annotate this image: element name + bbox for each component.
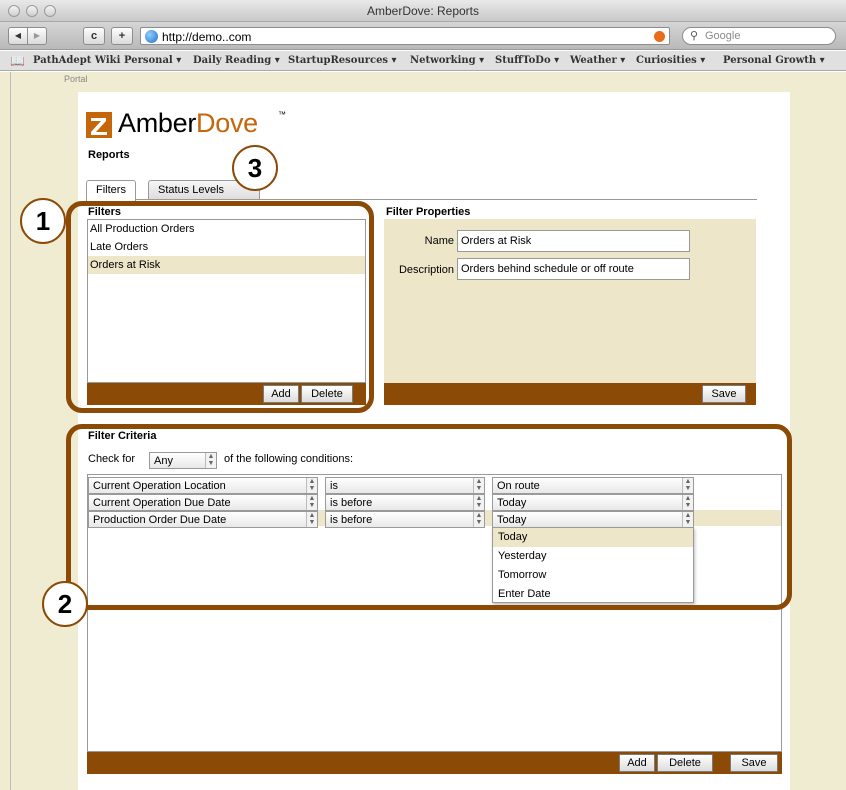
list-item[interactable]: Orders at Risk bbox=[88, 256, 365, 274]
address-bar[interactable]: http://demo..com bbox=[140, 27, 670, 45]
conditions-suffix-row: of the following conditions: bbox=[224, 453, 353, 465]
window-titlebar: AmberDove: Reports bbox=[0, 0, 846, 22]
select-arrows-icon: ▲ ▼ bbox=[473, 495, 484, 510]
filter-properties-panel: Name Orders at Risk Description Orders b… bbox=[384, 219, 756, 383]
bookmark-item[interactable]: StartupResources ▾ bbox=[288, 55, 397, 66]
select-arrows-icon: ▲ ▼ bbox=[205, 453, 216, 468]
back-button[interactable]: ◀ bbox=[8, 27, 28, 45]
bookmark-item[interactable]: Personal ▾ bbox=[124, 55, 181, 66]
criteria-field-value: Current Operation Location bbox=[93, 480, 226, 492]
criteria-operator-select[interactable]: is before ▲ ▼ bbox=[325, 494, 485, 511]
name-label: Name bbox=[424, 235, 454, 247]
filter-properties-heading: Filter Properties bbox=[386, 206, 471, 218]
select-arrows-icon: ▲ ▼ bbox=[473, 478, 484, 493]
page-left-divider bbox=[10, 72, 11, 790]
bookmark-item[interactable]: Weather ▾ bbox=[570, 55, 625, 66]
browser-toolbar: ◀ ▶ c + http://demo..com ⚲ Google bbox=[0, 22, 846, 50]
check-for-row: Check for bbox=[88, 453, 135, 465]
criteria-field-value: Production Order Due Date bbox=[93, 514, 227, 526]
match-select-value: Any bbox=[154, 455, 173, 467]
delete-criteria-button[interactable]: Delete bbox=[657, 754, 713, 772]
tab-divider bbox=[86, 199, 757, 200]
search-icon: ⚲ bbox=[690, 30, 699, 42]
description-label: Description bbox=[398, 264, 454, 276]
window-title: AmberDove: Reports bbox=[366, 4, 480, 18]
criteria-operator-value: is before bbox=[330, 514, 373, 526]
save-properties-button[interactable]: Save bbox=[702, 385, 746, 403]
bookmark-item[interactable]: StuffToDo ▾ bbox=[495, 55, 559, 66]
bookmark-item[interactable]: Daily Reading ▾ bbox=[193, 55, 280, 66]
add-bookmark-button[interactable]: + bbox=[111, 27, 133, 45]
list-item[interactable]: Late Orders bbox=[88, 238, 365, 256]
select-arrows-icon: ▲ ▼ bbox=[306, 478, 317, 493]
criteria-value-value: Today bbox=[497, 497, 527, 509]
dropdown-option[interactable]: Enter Date bbox=[493, 585, 693, 604]
criteria-operator-value: is before bbox=[330, 497, 373, 509]
logo-dove: Dove bbox=[196, 108, 258, 138]
list-item[interactable]: All Production Orders bbox=[88, 220, 365, 238]
criteria-value-select[interactable]: Today ▲ ▼ bbox=[492, 511, 694, 528]
criteria-value-value: On route bbox=[497, 480, 540, 492]
delete-filter-button[interactable]: Delete bbox=[301, 385, 353, 403]
portal-breadcrumb[interactable]: Portal bbox=[64, 74, 88, 84]
reload-button[interactable]: c bbox=[83, 27, 105, 45]
amberdove-logo-icon bbox=[86, 112, 112, 138]
select-arrows-icon: ▲ ▼ bbox=[682, 478, 693, 493]
dropdown-option[interactable]: Today bbox=[493, 528, 693, 547]
criteria-operator-select[interactable]: is ▲ ▼ bbox=[325, 477, 485, 494]
bookmarks-book-icon[interactable]: 📖 bbox=[10, 54, 25, 68]
criteria-field-select[interactable]: Current Operation Due Date ▲ ▼ bbox=[88, 494, 318, 511]
url-text: http://demo..com bbox=[162, 30, 252, 44]
bookmark-item[interactable]: Networking ▾ bbox=[410, 55, 484, 66]
criteria-value-select[interactable]: Today ▲ ▼ bbox=[492, 494, 694, 511]
logo-wordmark: AmberDove bbox=[118, 108, 258, 139]
search-input[interactable]: ⚲ Google bbox=[682, 27, 836, 45]
criteria-value-value: Today bbox=[497, 514, 527, 526]
add-criteria-button[interactable]: Add bbox=[619, 754, 655, 772]
select-arrows-icon: ▲ ▼ bbox=[682, 495, 693, 510]
filters-list: All Production Orders Late Orders Orders… bbox=[87, 219, 366, 383]
filters-button-bar: Add Delete bbox=[87, 383, 366, 405]
bookmark-item[interactable]: Curiosities ▾ bbox=[636, 55, 705, 66]
filters-heading: Filters bbox=[88, 206, 122, 218]
tab-filters[interactable]: Filters bbox=[86, 180, 136, 201]
select-arrows-icon: ▲ ▼ bbox=[473, 512, 484, 527]
properties-button-bar: Save bbox=[384, 383, 756, 405]
callout-2-badge: 2 bbox=[42, 581, 88, 627]
criteria-button-bar: Add Delete Save bbox=[87, 752, 782, 774]
select-arrows-icon: ▲ ▼ bbox=[306, 495, 317, 510]
conditions-suffix-label: of the following conditions: bbox=[224, 453, 354, 465]
date-dropdown-menu: Today Yesterday Tomorrow Enter Date bbox=[492, 527, 694, 603]
rss-icon[interactable] bbox=[654, 31, 665, 42]
criteria-field-select[interactable]: Production Order Due Date ▲ ▼ bbox=[88, 511, 318, 528]
select-arrows-icon: ▲ ▼ bbox=[682, 512, 693, 527]
filter-criteria-heading: Filter Criteria bbox=[88, 430, 157, 442]
dropdown-option[interactable]: Tomorrow bbox=[493, 566, 693, 585]
callout-1-badge: 1 bbox=[20, 198, 66, 244]
criteria-field-select[interactable]: Current Operation Location ▲ ▼ bbox=[88, 477, 318, 494]
add-filter-button[interactable]: Add bbox=[263, 385, 299, 403]
criteria-operator-select[interactable]: is before ▲ ▼ bbox=[325, 511, 485, 528]
name-field[interactable]: Orders at Risk bbox=[457, 230, 690, 252]
logo-trademark: ™ bbox=[278, 110, 286, 119]
check-for-label: Check for bbox=[88, 453, 136, 465]
dropdown-option[interactable]: Yesterday bbox=[493, 547, 693, 566]
save-criteria-button[interactable]: Save bbox=[730, 754, 778, 772]
page-title: Reports bbox=[88, 149, 130, 161]
bookmarks-bar: 📖 PathAdept Wiki Personal ▾ Daily Readin… bbox=[0, 51, 846, 71]
description-field[interactable]: Orders behind schedule or off route bbox=[457, 258, 690, 280]
select-arrows-icon: ▲ ▼ bbox=[306, 512, 317, 527]
callout-3-badge: 3 bbox=[232, 145, 278, 191]
bookmark-item[interactable]: PathAdept Wiki bbox=[33, 55, 120, 66]
search-placeholder: Google bbox=[705, 30, 741, 42]
logo-amber: Amber bbox=[118, 108, 197, 138]
globe-icon bbox=[145, 30, 158, 43]
criteria-field-value: Current Operation Due Date bbox=[93, 497, 231, 509]
criteria-operator-value: is bbox=[330, 480, 338, 492]
criteria-value-select[interactable]: On route ▲ ▼ bbox=[492, 477, 694, 494]
bookmark-item[interactable]: Personal Growth ▾ bbox=[723, 55, 825, 66]
forward-button[interactable]: ▶ bbox=[27, 27, 47, 45]
match-select[interactable]: Any ▲ ▼ bbox=[149, 452, 217, 469]
